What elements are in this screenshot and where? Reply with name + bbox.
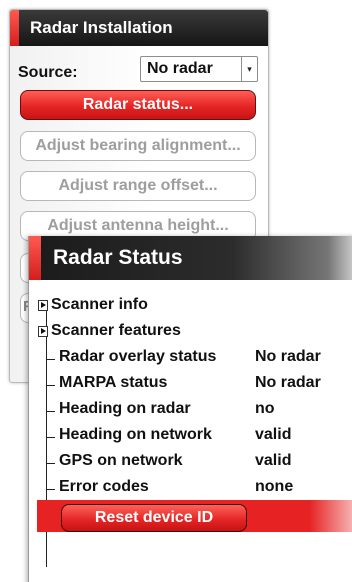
reset-device-id-button[interactable]: Reset device ID bbox=[61, 504, 247, 532]
status-row-label: Heading on network bbox=[59, 426, 212, 443]
chevron-down-icon[interactable]: ▾ bbox=[241, 57, 257, 81]
tree-item-scanner-features[interactable]: Scanner features bbox=[29, 321, 352, 347]
screen: Radar Installation Source: No radar ▾ Ra… bbox=[0, 0, 352, 582]
source-value: No radar bbox=[147, 60, 213, 77]
tree-item-label: Scanner info bbox=[51, 296, 148, 313]
source-dropdown[interactable]: No radar ▾ bbox=[140, 56, 258, 82]
expand-arrow-icon[interactable] bbox=[38, 300, 48, 311]
tree-branch bbox=[46, 385, 55, 386]
title-accent bbox=[29, 236, 41, 280]
status-row-label: Error codes bbox=[59, 478, 149, 495]
tree-branch bbox=[46, 489, 55, 490]
status-row-label: Radar overlay status bbox=[59, 348, 217, 365]
status-title-bar: Radar Status bbox=[29, 236, 352, 280]
status-row-value: no bbox=[255, 400, 275, 417]
status-row-value: No radar bbox=[255, 348, 321, 365]
tree-branch bbox=[46, 411, 55, 412]
status-title: Radar Status bbox=[53, 246, 183, 269]
tree-item-scanner-info[interactable]: Scanner info bbox=[29, 295, 352, 321]
tree-branch bbox=[46, 359, 55, 360]
tree-item-label: Scanner features bbox=[51, 322, 181, 339]
adjust-bearing-alignment-button[interactable]: Adjust bearing alignment... bbox=[20, 131, 256, 161]
tree-branch bbox=[46, 463, 55, 464]
installation-title: Radar Installation bbox=[30, 18, 173, 37]
tree-branch bbox=[46, 437, 55, 438]
status-row-heading-on-network: Heading on network valid bbox=[29, 425, 352, 451]
radar-status-dialog: Radar Status Scanner info Scanner featur… bbox=[28, 236, 352, 582]
status-row-value: none bbox=[255, 478, 294, 495]
radar-status-button[interactable]: Radar status... bbox=[20, 90, 256, 120]
status-row-heading-on-radar: Heading on radar no bbox=[29, 399, 352, 425]
status-row-marpa: MARPA status No radar bbox=[29, 373, 352, 399]
status-row-gps-on-network: GPS on network valid bbox=[29, 451, 352, 477]
status-row-radar-overlay: Radar overlay status No radar bbox=[29, 347, 352, 373]
status-row-value: No radar bbox=[255, 374, 321, 391]
adjust-range-offset-button[interactable]: Adjust range offset... bbox=[20, 171, 256, 201]
status-row-value: valid bbox=[255, 426, 292, 443]
title-accent bbox=[10, 10, 19, 46]
installation-title-bar: Radar Installation bbox=[10, 10, 268, 46]
status-row-label: GPS on network bbox=[59, 452, 183, 469]
status-row-value: valid bbox=[255, 452, 292, 469]
status-row-label: MARPA status bbox=[59, 374, 168, 391]
source-label: Source: bbox=[18, 64, 78, 81]
expand-arrow-icon[interactable] bbox=[38, 326, 48, 337]
status-row-label: Heading on radar bbox=[59, 400, 191, 417]
